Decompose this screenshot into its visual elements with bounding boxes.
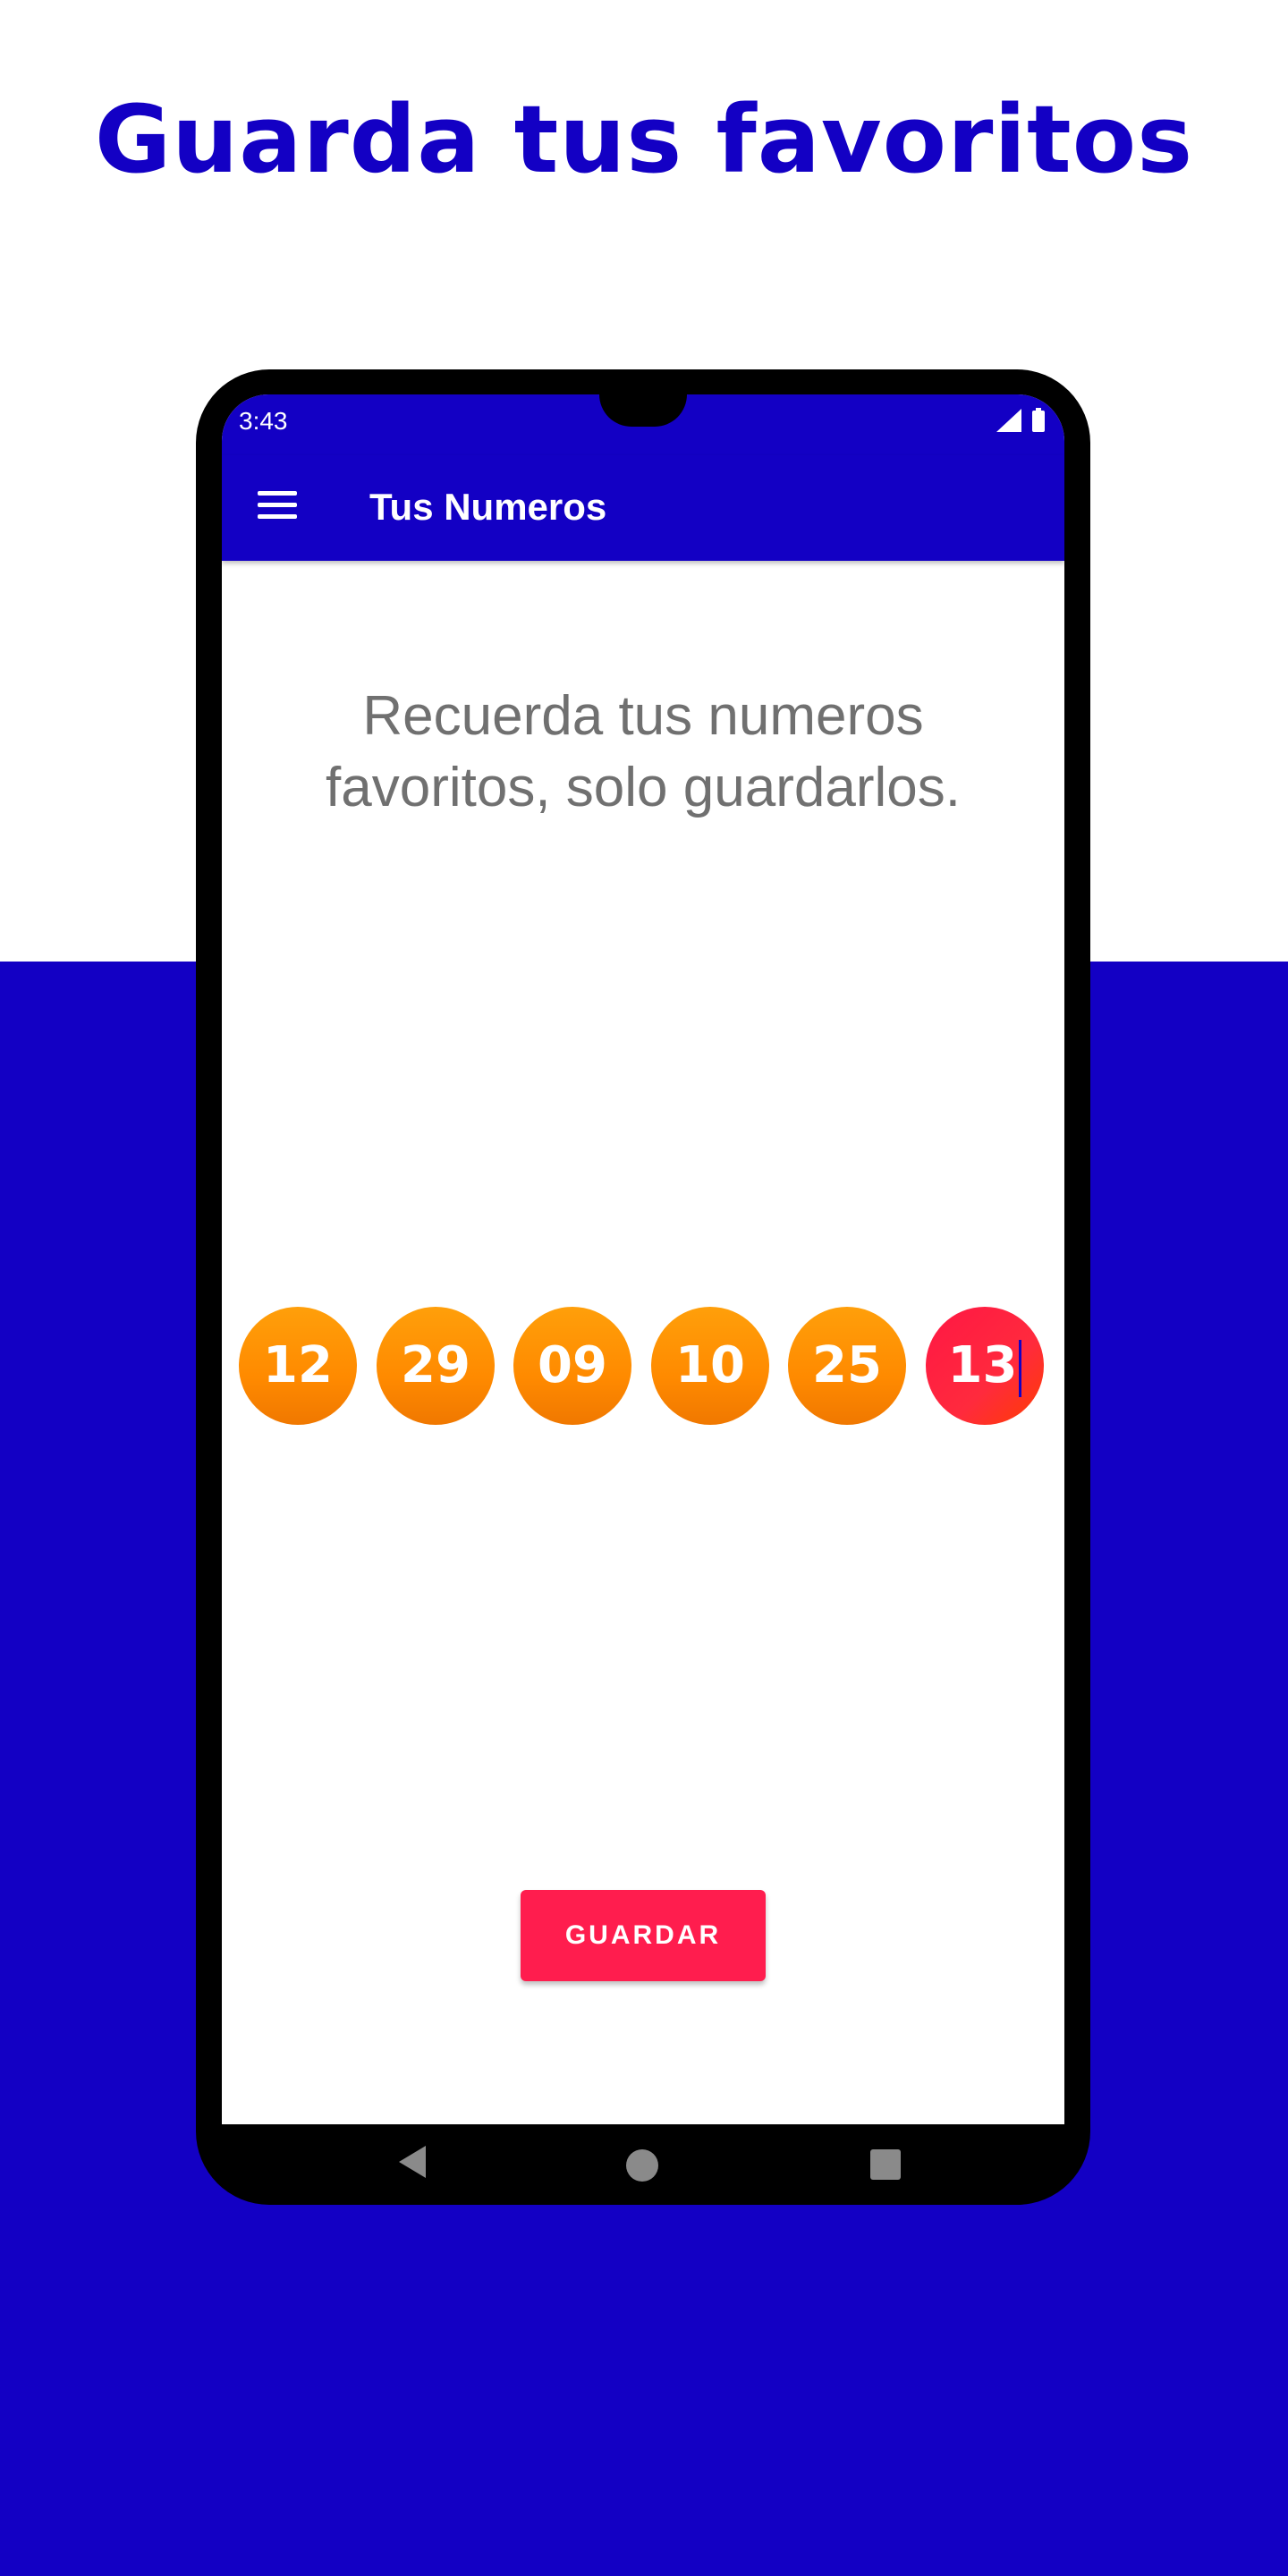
number-ball[interactable]: 12 <box>239 1307 357 1425</box>
number-ball-selected[interactable]: 13 <box>926 1307 1044 1425</box>
battery-icon <box>1032 411 1045 432</box>
back-icon[interactable] <box>397 2144 428 2180</box>
number-value: 10 <box>675 1336 745 1394</box>
phone-screen: 3:43 Tus Numeros Recuerda tus numeros fa… <box>222 394 1064 2124</box>
instruction-text: Recuerda tus numeros favoritos, solo gua… <box>326 685 961 818</box>
promo-title: Guarda tus favoritos <box>94 85 1194 194</box>
recents-icon[interactable] <box>870 2149 901 2180</box>
phone-frame: 3:43 Tus Numeros Recuerda tus numeros fa… <box>196 369 1090 2205</box>
number-value: 29 <box>401 1336 470 1394</box>
status-time: 3:43 <box>239 407 288 435</box>
number-value: 25 <box>812 1336 882 1394</box>
number-ball[interactable]: 29 <box>377 1307 495 1425</box>
menu-icon[interactable] <box>258 491 301 527</box>
signal-icon <box>996 409 1021 432</box>
camera-notch <box>599 394 687 427</box>
status-icons <box>996 408 1045 432</box>
number-ball[interactable]: 09 <box>513 1307 631 1425</box>
app-bar: Tus Numeros <box>222 455 1064 561</box>
text-cursor <box>1019 1339 1022 1397</box>
save-button[interactable]: GUARDAR <box>521 1890 766 1981</box>
home-icon[interactable] <box>626 2149 658 2182</box>
number-ball[interactable]: 10 <box>651 1307 769 1425</box>
number-value: 13 <box>947 1336 1018 1394</box>
number-value: 12 <box>263 1336 333 1394</box>
number-ball[interactable]: 25 <box>788 1307 906 1425</box>
app-bar-title: Tus Numeros <box>369 486 607 528</box>
navigation-bar <box>222 2124 1064 2205</box>
number-value: 09 <box>538 1336 607 1394</box>
status-bar: 3:43 <box>222 394 1064 455</box>
number-balls: 12 29 09 10 25 13 <box>239 1307 1047 1427</box>
